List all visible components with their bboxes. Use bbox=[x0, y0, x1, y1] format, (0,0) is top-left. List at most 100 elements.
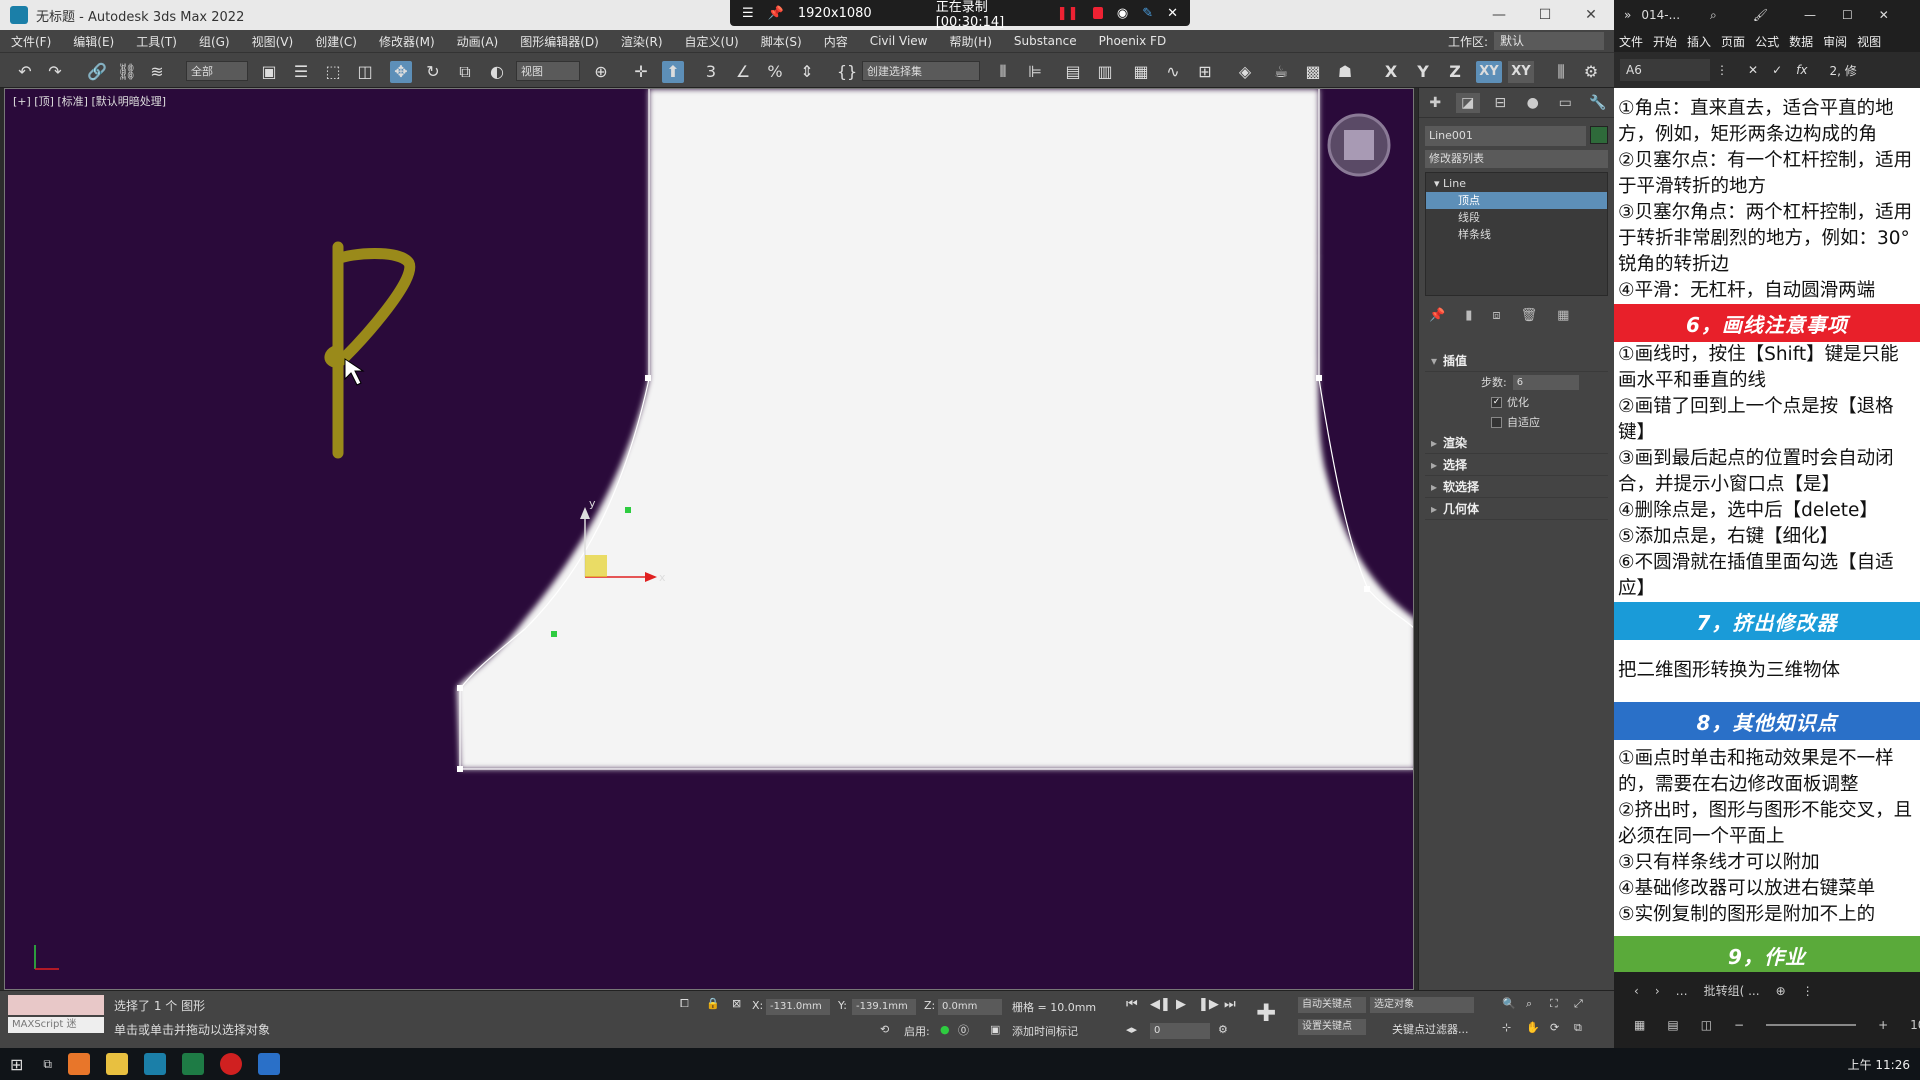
adaptive-checkbox[interactable] bbox=[1491, 416, 1502, 428]
zoom-extents-icon[interactable]: ⛶ bbox=[1550, 997, 1558, 1011]
cancel-formula-icon[interactable]: ✕ bbox=[1748, 63, 1758, 77]
ribbon-formula[interactable]: 公式 bbox=[1750, 33, 1784, 50]
maxscript-mini-field[interactable]: MAXScript 迷 bbox=[8, 1017, 104, 1033]
cell-text-7[interactable]: 把二维图形转换为三维物体 bbox=[1614, 640, 1920, 702]
orbit-icon[interactable]: ⟳ bbox=[1550, 1021, 1559, 1034]
maximize-button[interactable]: ☐ bbox=[1522, 0, 1568, 30]
lock-selection-icon[interactable]: 🔒 bbox=[706, 997, 720, 1010]
redo-icon[interactable]: ↷ bbox=[44, 61, 66, 83]
page-break-icon[interactable]: ◫ bbox=[1701, 1018, 1712, 1032]
x-coord-field[interactable]: -131.0mm bbox=[766, 999, 830, 1015]
snaps-toggle-icon[interactable]: 3 bbox=[700, 61, 722, 83]
link-icon[interactable]: 🔗 bbox=[86, 61, 108, 83]
axis-xy-cycle-button[interactable]: XY bbox=[1508, 61, 1534, 83]
unlink-icon[interactable]: ⛓ bbox=[116, 61, 138, 83]
ribbon-page[interactable]: 页面 bbox=[1716, 33, 1750, 50]
formula-options-icon[interactable]: ⋮ bbox=[1716, 63, 1728, 77]
sheet-options-icon[interactable]: ⋮ bbox=[1802, 984, 1814, 998]
zoom-out-icon[interactable]: − bbox=[1734, 1018, 1744, 1032]
menu-phoenix[interactable]: Phoenix FD bbox=[1088, 34, 1178, 48]
time-tag-icon[interactable]: ⓪ bbox=[958, 1022, 969, 1038]
add-time-tag-label[interactable]: 添加时间标记 bbox=[1012, 1023, 1078, 1039]
modifier-list-dropdown[interactable]: 修改器列表 bbox=[1425, 150, 1608, 168]
close-recording-icon[interactable]: ✕ bbox=[1167, 6, 1178, 21]
material-editor-icon[interactable]: ◈ bbox=[1234, 61, 1256, 83]
optimize-checkbox[interactable]: ✓ bbox=[1491, 396, 1502, 408]
pivot-center-icon[interactable]: ⊕ bbox=[590, 61, 612, 83]
menu-file[interactable]: 文件(F) bbox=[0, 33, 62, 50]
rollout-interpolation[interactable]: ▾ 插值 bbox=[1425, 350, 1608, 372]
function-icon[interactable]: fx bbox=[1796, 63, 1807, 77]
add-sheet-icon[interactable]: ⊕ bbox=[1776, 984, 1786, 998]
excel-close-icon[interactable]: ✕ bbox=[1879, 8, 1889, 22]
cell-text-corner[interactable]: ①角点：直来直去，适合平直的地方，例如，矩形两条边构成的角 bbox=[1614, 96, 1920, 148]
brush-icon[interactable]: 🖌 bbox=[1753, 8, 1768, 22]
menu-create[interactable]: 创建(C) bbox=[304, 33, 368, 50]
menu-tools[interactable]: 工具(T) bbox=[125, 33, 188, 50]
zoom-all-icon[interactable]: ⌕ bbox=[1526, 997, 1532, 1011]
render-production-icon[interactable]: ☗ bbox=[1334, 61, 1356, 83]
vertex-1[interactable] bbox=[645, 375, 651, 381]
zoom-slider[interactable] bbox=[1766, 1024, 1857, 1026]
menu-edit[interactable]: 编辑(E) bbox=[62, 33, 125, 50]
zoom-extents-all-icon[interactable]: ⤢ bbox=[1574, 997, 1583, 1011]
cell-text-smooth[interactable]: ④平滑：无杠杆，自动圆滑两端 bbox=[1614, 278, 1920, 304]
stop-record-icon[interactable] bbox=[1092, 7, 1103, 19]
banner-section-9[interactable]: 9，作业 bbox=[1614, 936, 1920, 972]
app-taskbar-icon[interactable] bbox=[257, 1053, 280, 1075]
confirm-formula-icon[interactable]: ✓ bbox=[1772, 63, 1782, 77]
remove-modifier-icon[interactable]: 🗑 bbox=[1521, 308, 1538, 323]
sheet-tab[interactable]: 批转组( ... bbox=[1704, 982, 1760, 999]
firefox-icon[interactable] bbox=[67, 1053, 90, 1075]
curve-editor-icon[interactable]: ∿ bbox=[1162, 61, 1184, 83]
gizmo-xy-plane[interactable] bbox=[585, 555, 607, 577]
menu-content[interactable]: 内容 bbox=[813, 33, 859, 50]
ribbon-toggle-icon[interactable]: ▦ bbox=[1130, 61, 1152, 83]
pause-icon[interactable]: ❚❚ bbox=[1057, 6, 1079, 21]
align-icon[interactable]: ⊫ bbox=[1024, 61, 1046, 83]
axis-y-button[interactable]: Y bbox=[1412, 61, 1434, 83]
z-coord-field[interactable]: 0.0mm bbox=[938, 999, 1002, 1015]
window-crossing-icon[interactable]: ◫ bbox=[354, 61, 376, 83]
maximize-viewport-icon[interactable]: ⧉ bbox=[1574, 1021, 1582, 1035]
move-icon[interactable]: ✥ bbox=[390, 61, 412, 83]
ribbon-review[interactable]: 审阅 bbox=[1818, 33, 1852, 50]
stack-item-line[interactable]: ▾ Line bbox=[1426, 175, 1607, 192]
set-key-icon[interactable]: ✚ bbox=[1256, 999, 1276, 1027]
task-view-icon[interactable]: ⧉ bbox=[43, 1057, 52, 1072]
top-viewport[interactable]: y x [+] [顶] [标准] [默认明暗处理] bbox=[4, 88, 1414, 990]
file-explorer-icon[interactable] bbox=[105, 1053, 128, 1075]
modify-tab-icon[interactable]: ◪ bbox=[1455, 92, 1480, 113]
select-object-icon[interactable]: ▣ bbox=[258, 61, 280, 83]
create-tab-icon[interactable]: ✚ bbox=[1423, 93, 1447, 113]
cell-text-8-5[interactable]: ⑤实例复制的图形是附加不上的 bbox=[1614, 902, 1920, 928]
maxscript-listener[interactable] bbox=[8, 995, 104, 1015]
sheet-more-icon[interactable]: … bbox=[1676, 984, 1688, 998]
goto-end-icon[interactable]: ⏭ bbox=[1224, 997, 1236, 1012]
isolate-icon[interactable]: ⧠ bbox=[680, 997, 689, 1011]
cell-text-8-3[interactable]: ③只有样条线才可以附加 bbox=[1614, 850, 1920, 876]
banner-section-7[interactable]: 7，挤出修改器 bbox=[1614, 602, 1920, 640]
edit-named-selection-icon[interactable]: {} bbox=[836, 61, 858, 83]
axis-x-button[interactable]: X bbox=[1380, 61, 1402, 83]
cell-reference-box[interactable]: A6 bbox=[1620, 59, 1710, 81]
camera-icon[interactable]: ◉ bbox=[1117, 6, 1128, 21]
field-of-view-icon[interactable]: ⊹ bbox=[1502, 1021, 1511, 1034]
selection-filter-dropdown[interactable]: 全部 bbox=[186, 61, 248, 81]
windows-start-icon[interactable]: ⊞ bbox=[10, 1055, 23, 1074]
viewport-label[interactable]: [+] [顶] [标准] [默认明暗处理] bbox=[13, 93, 166, 109]
play-icon[interactable]: ▶ bbox=[1176, 997, 1186, 1012]
menu-help[interactable]: 帮助(H) bbox=[938, 33, 1002, 50]
display-tab-icon[interactable]: ▭ bbox=[1553, 93, 1577, 113]
ribbon-home[interactable]: 开始 bbox=[1648, 33, 1682, 50]
pin-icon[interactable]: 📌 bbox=[768, 6, 784, 21]
auto-key-button[interactable]: 自动关键点 bbox=[1298, 997, 1366, 1013]
pin-stack-icon[interactable]: 📌 bbox=[1429, 308, 1445, 323]
viewcube-face[interactable] bbox=[1344, 130, 1374, 160]
ribbon-file[interactable]: 文件 bbox=[1614, 33, 1648, 50]
menu-civil-view[interactable]: Civil View bbox=[859, 34, 939, 48]
rollout-rendering[interactable]: ▸ 渲染 bbox=[1425, 432, 1608, 454]
vertex-3[interactable] bbox=[457, 766, 463, 772]
menu-substance[interactable]: Substance bbox=[1003, 34, 1088, 48]
select-by-name-icon[interactable]: ☰ bbox=[290, 61, 312, 83]
